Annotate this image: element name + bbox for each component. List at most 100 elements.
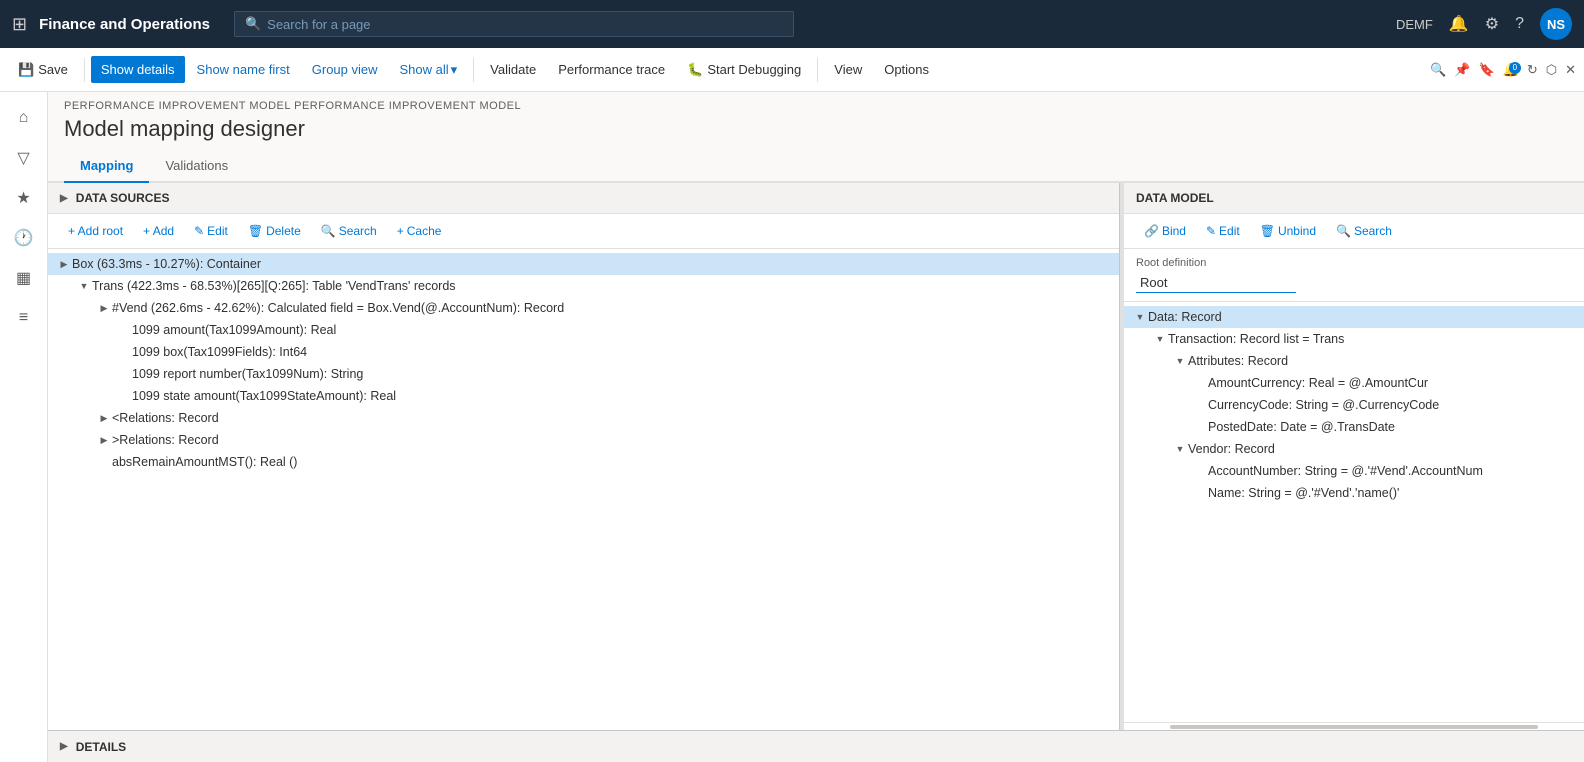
expander-icon[interactable]: ▼ [1152, 331, 1168, 347]
bind-button[interactable]: 🔗 Bind [1136, 220, 1194, 242]
tree-item[interactable]: CurrencyCode: String = @.CurrencyCode [1124, 394, 1584, 416]
tree-item[interactable]: 1099 report number(Tax1099Num): String [48, 363, 1119, 385]
page-title: Model mapping designer [48, 112, 1584, 150]
show-all-button[interactable]: Show all ▾ [390, 56, 468, 84]
notifications-icon[interactable]: 🔔 [1449, 14, 1469, 34]
tree-item-label: CurrencyCode: String = @.CurrencyCode [1208, 398, 1439, 412]
expander-icon[interactable] [1192, 419, 1208, 435]
view-button[interactable]: View [824, 56, 872, 83]
delete-source-button[interactable]: 🗑 Delete [240, 220, 309, 242]
expander-icon[interactable] [1192, 397, 1208, 413]
edit-model-icon: ✎ [1206, 224, 1216, 238]
expander-icon[interactable] [116, 366, 132, 382]
save-button[interactable]: 💾 Save [8, 56, 78, 84]
expander-icon[interactable] [116, 388, 132, 404]
tree-item[interactable]: 1099 box(Tax1099Fields): Int64 [48, 341, 1119, 363]
add-root-button[interactable]: + Add root [60, 220, 131, 242]
sidebar-item-home[interactable]: ⌂ [6, 100, 42, 136]
delete-icon: 🗑 [248, 224, 263, 238]
group-view-button[interactable]: Group view [302, 56, 388, 83]
tabs-container: Mapping Validations [48, 150, 1584, 183]
expander-icon[interactable]: ▼ [76, 278, 92, 294]
tree-item[interactable]: AmountCurrency: Real = @.AmountCur [1124, 372, 1584, 394]
bookmark-icon[interactable]: 🔖 [1478, 62, 1494, 78]
open-new-icon[interactable]: ⬡ [1546, 62, 1557, 78]
expander-icon[interactable]: ▼ [1132, 309, 1148, 325]
start-debugging-button[interactable]: 🐛 Start Debugging [677, 56, 811, 84]
edit-icon: ✎ [194, 224, 204, 238]
tree-item[interactable]: PostedDate: Date = @.TransDate [1124, 416, 1584, 438]
tree-item[interactable]: ▶<Relations: Record [48, 407, 1119, 429]
expander-icon[interactable] [116, 322, 132, 338]
close-icon[interactable]: ✕ [1565, 62, 1576, 78]
expander-icon[interactable] [1192, 463, 1208, 479]
bug-icon: 🐛 [687, 62, 703, 78]
expander-icon[interactable]: ▶ [56, 256, 72, 272]
environment-label: DEMF [1396, 17, 1433, 32]
sidebar-item-list[interactable]: ≡ [6, 300, 42, 336]
performance-trace-button[interactable]: Performance trace [548, 56, 675, 83]
options-button[interactable]: Options [874, 56, 939, 83]
cache-button[interactable]: + Cache [389, 220, 450, 242]
global-search-input[interactable] [267, 17, 783, 32]
expander-icon[interactable]: ▼ [1172, 353, 1188, 369]
tree-item[interactable]: absRemainAmountMST(): Real () [48, 451, 1119, 473]
tree-item[interactable]: 1099 state amount(Tax1099StateAmount): R… [48, 385, 1119, 407]
unbind-icon: 🗑 [1260, 224, 1275, 238]
tree-item[interactable]: ▶>Relations: Record [48, 429, 1119, 451]
tree-item[interactable]: ▶Box (63.3ms - 10.27%): Container [48, 253, 1119, 275]
global-search-bar[interactable]: 🔍 [234, 11, 794, 37]
sidebar-item-workspaces[interactable]: ▦ [6, 260, 42, 296]
expander-icon[interactable]: ▶ [96, 410, 112, 426]
tree-item[interactable]: ▼Attributes: Record [1124, 350, 1584, 372]
expander-icon[interactable] [116, 344, 132, 360]
tree-item[interactable]: AccountNumber: String = @.'#Vend'.Accoun… [1124, 460, 1584, 482]
refresh-icon[interactable]: ↻ [1527, 62, 1538, 78]
search-model-button[interactable]: 🔍 Search [1328, 220, 1400, 242]
root-definition-input[interactable] [1136, 273, 1296, 293]
validate-button[interactable]: Validate [480, 56, 546, 83]
show-name-button[interactable]: Show name first [187, 56, 300, 83]
help-icon[interactable]: ? [1515, 15, 1524, 33]
settings-icon[interactable]: ⚙ [1485, 14, 1499, 34]
add-button[interactable]: + Add [135, 220, 182, 242]
tree-item[interactable]: ▼Trans (422.3ms - 68.53%)[265][Q:265]: T… [48, 275, 1119, 297]
tab-mapping[interactable]: Mapping [64, 150, 149, 183]
expander-icon[interactable]: ▼ [1172, 441, 1188, 457]
expander-icon[interactable] [96, 454, 112, 470]
root-definition-label: Root definition [1136, 257, 1572, 269]
main-layout: ⌂ ▽ ★ 🕐 ▦ ≡ PERFORMANCE IMPROVEMENT MODE… [0, 92, 1584, 762]
app-grid-icon[interactable]: ⊞ [12, 14, 27, 35]
edit-model-button[interactable]: ✎ Edit [1198, 220, 1248, 242]
expander-icon[interactable] [1192, 485, 1208, 501]
search-icon-cmd[interactable]: 🔍 [1430, 62, 1446, 78]
tree-item[interactable]: Name: String = @.'#Vend'.'name()' [1124, 482, 1584, 504]
tree-item-label: AccountNumber: String = @.'#Vend'.Accoun… [1208, 464, 1483, 478]
sidebar-item-recent[interactable]: 🕐 [6, 220, 42, 256]
tab-validations[interactable]: Validations [149, 150, 244, 183]
tree-item-label: PostedDate: Date = @.TransDate [1208, 420, 1395, 434]
expander-icon[interactable] [1192, 375, 1208, 391]
collapse-sources-icon[interactable]: ▶ [60, 193, 68, 204]
tree-item-label: 1099 box(Tax1099Fields): Int64 [132, 345, 307, 359]
tree-item-label: AmountCurrency: Real = @.AmountCur [1208, 376, 1428, 390]
search-source-button[interactable]: 🔍 Search [313, 220, 385, 242]
tree-item[interactable]: ▶#Vend (262.6ms - 42.62%): Calculated fi… [48, 297, 1119, 319]
tree-item[interactable]: 1099 amount(Tax1099Amount): Real [48, 319, 1119, 341]
show-details-button[interactable]: Show details [91, 56, 185, 83]
pin-icon[interactable]: 📌 [1454, 62, 1470, 78]
expander-icon[interactable]: ▶ [96, 300, 112, 316]
cache-icon: + [397, 224, 404, 238]
sidebar-item-favorites[interactable]: ★ [6, 180, 42, 216]
edit-source-button[interactable]: ✎ Edit [186, 220, 236, 242]
sidebar-item-filter[interactable]: ▽ [6, 140, 42, 176]
nav-right: DEMF 🔔 ⚙ ? NS [1396, 8, 1572, 40]
tree-item[interactable]: ▼Vendor: Record [1124, 438, 1584, 460]
tree-item[interactable]: ▼Data: Record [1124, 306, 1584, 328]
expander-icon[interactable]: ▶ [96, 432, 112, 448]
unbind-button[interactable]: 🗑 Unbind [1252, 220, 1324, 242]
tree-item[interactable]: ▼Transaction: Record list = Trans [1124, 328, 1584, 350]
user-avatar[interactable]: NS [1540, 8, 1572, 40]
notifications-cmd-icon[interactable]: 🔔 0 [1503, 62, 1519, 78]
collapse-details-icon[interactable]: ▶ [60, 741, 68, 752]
